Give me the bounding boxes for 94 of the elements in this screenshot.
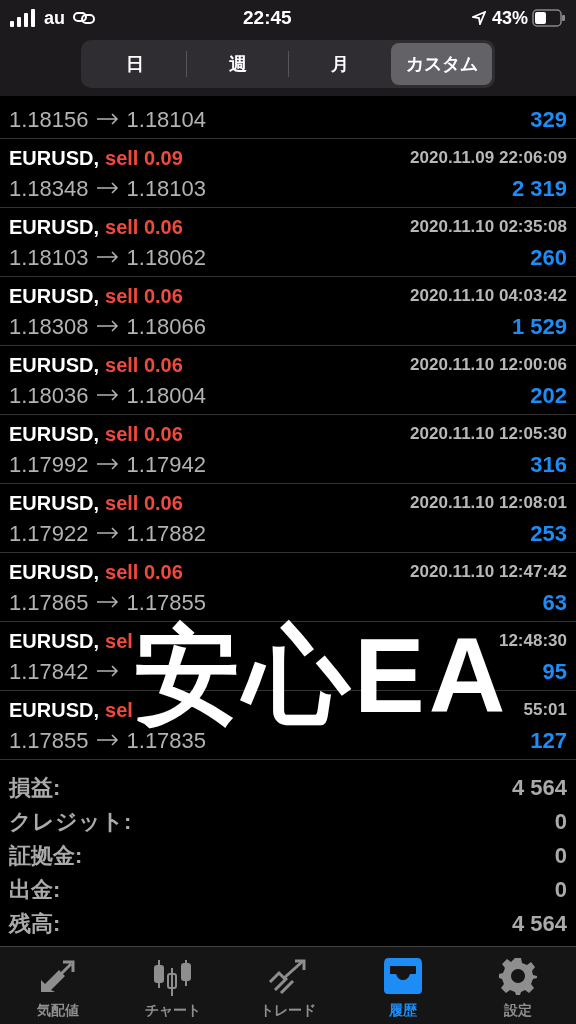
tab-bar-item[interactable]: チャート [115, 947, 231, 1024]
inbox-icon [382, 956, 425, 996]
profit-value: 63 [542, 588, 567, 617]
profit-value: 127 [530, 726, 567, 755]
symbol-label: EURUSD, [9, 353, 99, 378]
trade-time: 2020.11.10 12:05:30 [410, 423, 567, 446]
arrow-icon [96, 182, 119, 194]
order-type: sel [105, 698, 133, 723]
trade-time: 2020.11.10 12:47:42 [410, 561, 567, 584]
profit-value: 260 [530, 243, 567, 272]
profit-value: 316 [530, 450, 567, 479]
trade-time: 55:01 [523, 699, 567, 722]
open-price: 1.18348 [9, 174, 89, 203]
segment-tab[interactable]: カスタム [391, 43, 492, 85]
close-price: 1.17855 [126, 588, 207, 617]
order-type: sell 0.06 [105, 284, 183, 309]
profit-value: 2 319 [511, 174, 567, 203]
close-price: 1.17882 [126, 519, 207, 548]
signal-icon [10, 9, 36, 27]
open-price: 1.17855 [9, 726, 89, 755]
trade-time: 2020.11.09 22:06:09 [410, 147, 567, 170]
link-icon [73, 11, 95, 25]
arrow-icon [96, 251, 119, 263]
trade-time: 2020.11.10 12:00:06 [410, 354, 567, 377]
candlestick-icon [151, 958, 194, 996]
symbol-label: EURUSD, [9, 629, 99, 654]
trade-time: 2020.11.10 02:35:08 [410, 216, 567, 239]
close-price: 1.18004 [126, 381, 207, 410]
close-price: 1.18066 [126, 312, 207, 341]
summary-value: 0 [554, 807, 567, 836]
symbol-label: EURUSD, [9, 284, 99, 309]
order-type: sell 0.06 [105, 353, 183, 378]
profit-value: 1 529 [511, 312, 567, 341]
arrow-icon [96, 734, 119, 746]
segment-tab[interactable]: 週 [187, 43, 288, 85]
order-type: sell 0.06 [105, 491, 183, 516]
segment-tab[interactable]: 月 [289, 43, 390, 85]
open-price: 1.18103 [9, 243, 89, 272]
tab-bar-item[interactable]: 気配値 [0, 947, 116, 1024]
open-price: 1.18036 [9, 381, 89, 410]
symbol-label: EURUSD, [9, 146, 99, 171]
order-type: sel [105, 629, 133, 654]
open-price: 1.17992 [9, 450, 89, 479]
symbol-label: EURUSD, [9, 698, 99, 723]
location-icon [471, 11, 486, 25]
carrier-name: au [44, 6, 65, 30]
profit-value: 95 [542, 657, 567, 686]
open-price: 1.17842 [9, 657, 89, 686]
open-price: 1.18308 [9, 312, 89, 341]
clock-time: 22:45 [243, 5, 292, 30]
summary-label: 損益: [9, 773, 61, 802]
close-price: 1.18104 [126, 105, 207, 134]
open-price: 1.18156 [9, 105, 89, 134]
trend-icon [267, 958, 309, 996]
order-type: sell 0.06 [105, 560, 183, 585]
symbol-label: EURUSD, [9, 491, 99, 516]
close-price: 1.18062 [126, 243, 207, 272]
close-price: 1.18103 [126, 174, 207, 203]
open-price: 1.17922 [9, 519, 89, 548]
tab-bar-item[interactable]: トレード [230, 947, 346, 1024]
order-type: sell 0.06 [105, 215, 183, 240]
summary-label: 出金: [9, 875, 61, 904]
battery-icon [532, 9, 566, 27]
trade-time: 2020.11.10 12:08:01 [410, 492, 567, 515]
symbol-label: EURUSD, [9, 422, 99, 447]
arrow-icon [96, 527, 119, 539]
order-type: sell 0.06 [105, 422, 183, 447]
settings-icon [498, 956, 539, 996]
tab-bar-item[interactable]: 履歴 [345, 947, 461, 1024]
summary-value: 0 [554, 841, 567, 870]
battery-percent: 43% [491, 6, 528, 30]
arrow-icon [96, 320, 119, 332]
summary-value: 4 564 [511, 773, 567, 802]
order-type: sell 0.09 [105, 146, 183, 171]
arrow-icon [96, 389, 119, 401]
summary-value: 4 564 [511, 909, 567, 938]
segment-tab[interactable]: 日 [84, 43, 186, 85]
profit-value: 329 [530, 105, 567, 134]
summary-label: クレジット: [9, 807, 132, 836]
tab-bar-item[interactable]: 設定 [460, 947, 576, 1024]
arrow-icon [96, 596, 119, 608]
arrow-icon [96, 113, 119, 125]
arrow-icon [96, 458, 119, 470]
summary-label: 証拠金: [9, 841, 83, 870]
arrow-icon [96, 665, 119, 677]
symbol-label: EURUSD, [9, 560, 99, 585]
summary-label: 残高: [9, 909, 61, 938]
open-price: 1.17865 [9, 588, 89, 617]
trade-time: 2020.11.10 04:03:42 [410, 285, 567, 308]
summary-value: 0 [554, 875, 567, 904]
profit-value: 253 [530, 519, 567, 548]
symbol-label: EURUSD, [9, 215, 99, 240]
close-price: 1.17942 [126, 450, 207, 479]
profit-value: 202 [530, 381, 567, 410]
